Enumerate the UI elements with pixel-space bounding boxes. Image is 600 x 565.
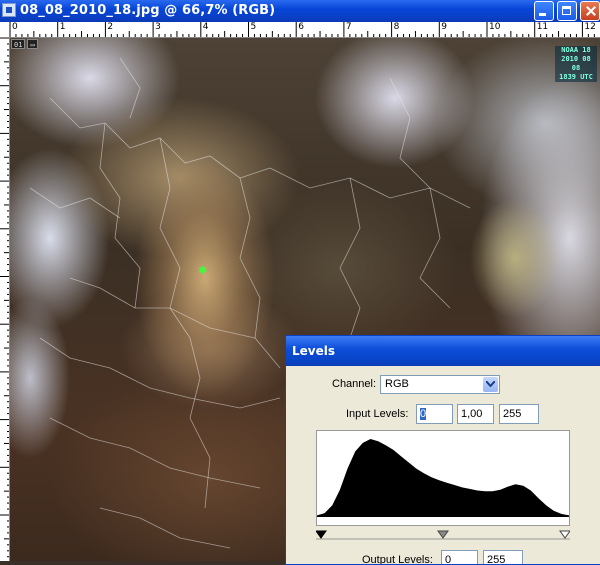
ruler-label: 6 — [298, 22, 304, 32]
ruler-label: 10 — [489, 22, 501, 32]
levels-dialog-title[interactable]: Levels — [286, 336, 600, 366]
ruler-label: 4 — [202, 22, 209, 32]
vertical-ruler-ticks — [0, 38, 9, 558]
maximize-button[interactable] — [557, 1, 577, 21]
ruler-label: 12 — [584, 22, 596, 32]
vertical-ruler[interactable] — [0, 38, 10, 561]
stamp-line: 2010 08 08 — [555, 55, 597, 73]
channel-label: Channel: — [332, 378, 377, 390]
satellite-timestamp: NOAA 18 2010 08 08 1839 UTC — [555, 46, 597, 82]
stamp-line: NOAA 18 — [555, 46, 597, 55]
frame-badge: 01 ▭ — [11, 39, 38, 49]
ruler-label: 0 — [12, 22, 18, 32]
frame-type-icon: ▭ — [27, 39, 38, 49]
window-title-bar[interactable]: 08_08_2010_18.jpg @ 66,7% (RGB) — [0, 0, 600, 22]
chevron-down-icon[interactable] — [483, 377, 498, 392]
window-title: 08_08_2010_18.jpg @ 66,7% (RGB) — [20, 3, 276, 18]
ruler-label: 7 — [345, 22, 352, 32]
input-gamma-field[interactable]: 1,00 — [457, 404, 494, 424]
levels-dialog[interactable]: Levels Channel: RGB Input Levels: 0 1,00… — [285, 335, 600, 565]
histogram-graph — [317, 439, 569, 517]
horizontal-ruler[interactable]: 0 1 2 3 4 5 6 7 8 9 10 11 12 — [0, 22, 600, 38]
ruler-label: 3 — [155, 22, 161, 32]
input-black-field[interactable]: 0 — [416, 404, 453, 424]
ruler-label: 5 — [250, 22, 257, 32]
input-black-value: 0 — [420, 408, 427, 420]
stamp-line: 1839 UTC — [555, 73, 597, 82]
ruler-label: 9 — [441, 22, 448, 32]
ruler-label: 2 — [107, 22, 114, 32]
output-black-field[interactable]: 0 — [441, 550, 478, 564]
input-levels-slider[interactable] — [316, 530, 570, 540]
ruler-label: 11 — [536, 22, 549, 32]
histogram — [316, 430, 570, 526]
white-point-handle — [559, 530, 570, 539]
output-white-field[interactable]: 255 — [483, 550, 523, 564]
photoshop-document-icon — [2, 3, 16, 17]
ruler-label: 1 — [59, 22, 66, 32]
ruler-label: 8 — [393, 22, 400, 32]
input-levels-label: Input Levels: — [346, 408, 409, 420]
location-marker-icon: ✱ — [198, 264, 208, 277]
input-levels-slider-track — [316, 530, 570, 540]
channel-select-value: RGB — [385, 378, 409, 390]
input-white-field[interactable]: 255 — [499, 404, 539, 424]
output-levels-label: Output Levels: — [362, 554, 433, 565]
channel-select[interactable]: RGB — [380, 375, 500, 394]
close-button[interactable] — [580, 1, 600, 21]
black-point-handle — [316, 530, 327, 539]
minimize-button[interactable] — [534, 1, 554, 21]
frame-number: 01 — [11, 39, 26, 49]
histogram-area — [317, 439, 569, 517]
gamma-handle — [437, 530, 449, 539]
